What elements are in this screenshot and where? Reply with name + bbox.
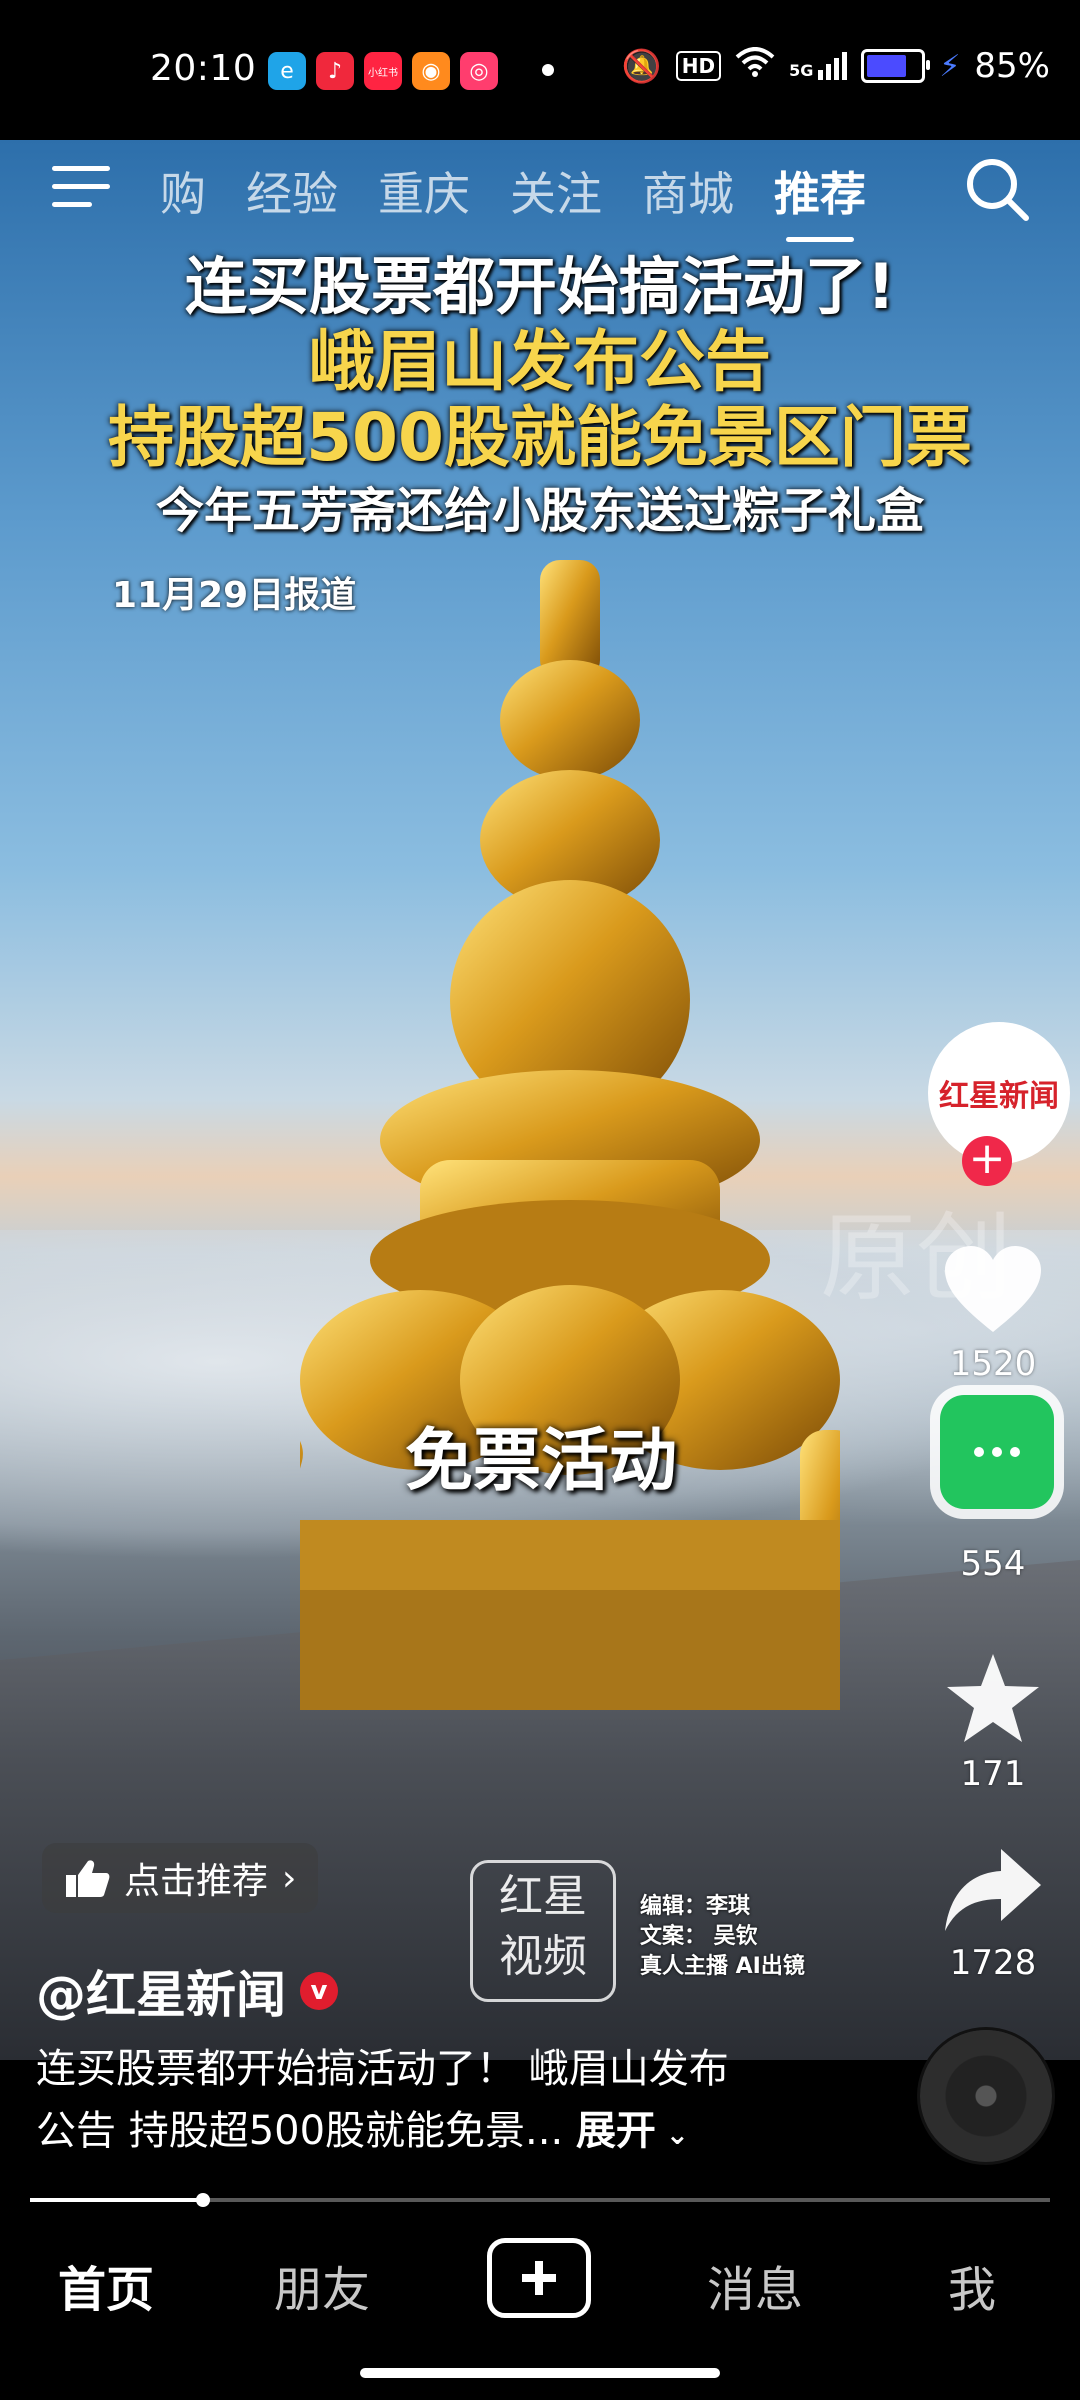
logo-line-2: 视频 <box>499 1931 587 1982</box>
status-right: 🔕 HD 5G ⚡ 85% <box>622 46 1050 86</box>
battery-icon <box>861 49 931 83</box>
credit-writer: 文案： 吴钦 <box>640 1924 758 1949</box>
share-arrow-icon <box>945 1849 1041 1931</box>
follow-plus-button[interactable]: + <box>962 1136 1012 1186</box>
thumbs-up-icon <box>66 1860 110 1897</box>
tab-0[interactable]: 购 <box>160 158 206 224</box>
author-name[interactable]: @红星新闻 v <box>36 1955 338 2027</box>
expand-label: 展开 <box>575 2108 656 2154</box>
mute-icon: 🔕 <box>621 47 662 85</box>
headline-line-3: 持股超500股就能免景区门票 <box>108 399 972 476</box>
tab-2[interactable]: 重庆 <box>378 158 470 224</box>
tab-1[interactable]: 经验 <box>246 158 338 224</box>
home-indicator <box>360 2368 720 2378</box>
menu-icon[interactable] <box>50 162 112 212</box>
search-icon[interactable] <box>962 154 1032 224</box>
credit-host: 真人主播 AI出镜 <box>640 1954 805 1979</box>
avatar-logo-text: 红星新闻 <box>939 1079 1059 1114</box>
like-button[interactable]: 1520 <box>918 1244 1068 1384</box>
hd-icon: HD <box>675 51 722 81</box>
tab-4[interactable]: 商城 <box>642 158 734 224</box>
charging-icon: ⚡ <box>939 48 961 84</box>
star-icon <box>947 1654 1039 1742</box>
headline-line-4: 今年五芳斋还给小股东送过粽子礼盒 <box>155 483 924 539</box>
nav-messages[interactable]: 消息 <box>707 2250 803 2320</box>
music-disc-icon[interactable] <box>920 2030 1052 2162</box>
app-orange-icon: ◉ <box>412 52 450 90</box>
video-headline: 连买股票都开始搞活动了! 峨眉山发布公告 持股超500股就能免景区门票 今年五芳… <box>0 250 1080 546</box>
expand-button[interactable]: 展开 ⌄ <box>576 2108 689 2154</box>
progress-fill <box>30 2198 204 2202</box>
top-nav: 购经验 重庆 关注 商城 推荐 <box>0 140 1080 250</box>
signal-5g-icon: 5G <box>789 52 848 80</box>
nav-friends[interactable]: 朋友 <box>274 2250 370 2320</box>
recommend-label: 点击推荐 <box>124 1861 269 1902</box>
hongxing-video-logo: 红星 视频 <box>470 1860 616 2002</box>
status-time: 20:10 <box>150 48 257 89</box>
notification-app-icons: e ♪ 小红书 ◉ ◎ <box>268 52 498 90</box>
share-count: 1728 <box>949 1943 1037 1983</box>
report-date: 11月29日报道 <box>112 575 357 616</box>
chevron-down-icon: ⌄ <box>655 2118 690 2151</box>
verified-badge-icon: v <box>300 1972 338 2010</box>
author-handle[interactable]: @红星新闻 <box>36 1955 286 2027</box>
desc-line-1: 连买股票都开始搞活动了！ 峨眉山发布 <box>36 2046 729 2092</box>
channel-tabs: 购经验 重庆 关注 商城 推荐 <box>160 158 866 242</box>
favorite-button[interactable]: 171 <box>918 1650 1068 1794</box>
video-progress-bar[interactable] <box>30 2193 1050 2207</box>
desc-line-2: 公告 持股超500股就能免景... 展开 ⌄ <box>36 2100 836 2166</box>
nav-me[interactable]: 我 <box>948 2250 996 2320</box>
heart-icon <box>945 1246 1041 1332</box>
xiaohongshu-icon: 小红书 <box>364 52 402 90</box>
edge-icon: e <box>268 52 306 90</box>
golden-buddha-statue <box>300 560 840 1710</box>
tab-5[interactable]: 推荐 <box>774 158 866 242</box>
logo-line-1: 红星 <box>499 1871 587 1922</box>
network-type: 5G <box>789 61 814 80</box>
headline-line-1: 连买股票都开始搞活动了! <box>184 250 896 323</box>
status-bar: 20:10 e ♪ 小红书 ◉ ◎ 🔕 HD 5G ⚡ 85% <box>0 0 1080 140</box>
create-plus-button[interactable] <box>487 2238 591 2318</box>
nav-home[interactable]: 首页 <box>58 2250 154 2320</box>
chevron-right-icon: › <box>282 1857 297 1899</box>
like-count: 1520 <box>949 1344 1037 1384</box>
desc-line-2-text: 公告 持股超500股就能免景... <box>36 2108 564 2154</box>
battery-percent: 85% <box>974 46 1050 86</box>
app-pink-icon: ◎ <box>460 52 498 90</box>
share-button[interactable]: 1728 <box>918 1845 1068 1983</box>
comment-button[interactable] <box>940 1395 1054 1509</box>
music-icon: ♪ <box>316 52 354 90</box>
comment-count-wrap: 554 <box>918 1540 1068 1584</box>
comment-count: 554 <box>960 1544 1026 1584</box>
wifi-icon <box>735 47 775 85</box>
more-notifications-dot <box>542 64 554 76</box>
favorite-count: 171 <box>960 1754 1026 1794</box>
post-description[interactable]: 连买股票都开始搞活动了！ 峨眉山发布 公告 持股超500股就能免景... 展开 … <box>36 2038 836 2166</box>
headline-line-2: 峨眉山发布公告 <box>309 323 771 400</box>
video-credits: 编辑：李琪 文案： 吴钦 真人主播 AI出镜 <box>640 1892 805 1982</box>
credit-editor: 编辑：李琪 <box>640 1894 751 1919</box>
progress-knob[interactable] <box>196 2193 211 2207</box>
video-caption: 免票活动 <box>405 1422 678 1501</box>
tab-3[interactable]: 关注 <box>510 158 602 224</box>
recommend-button[interactable]: 点击推荐 › <box>42 1843 319 1913</box>
